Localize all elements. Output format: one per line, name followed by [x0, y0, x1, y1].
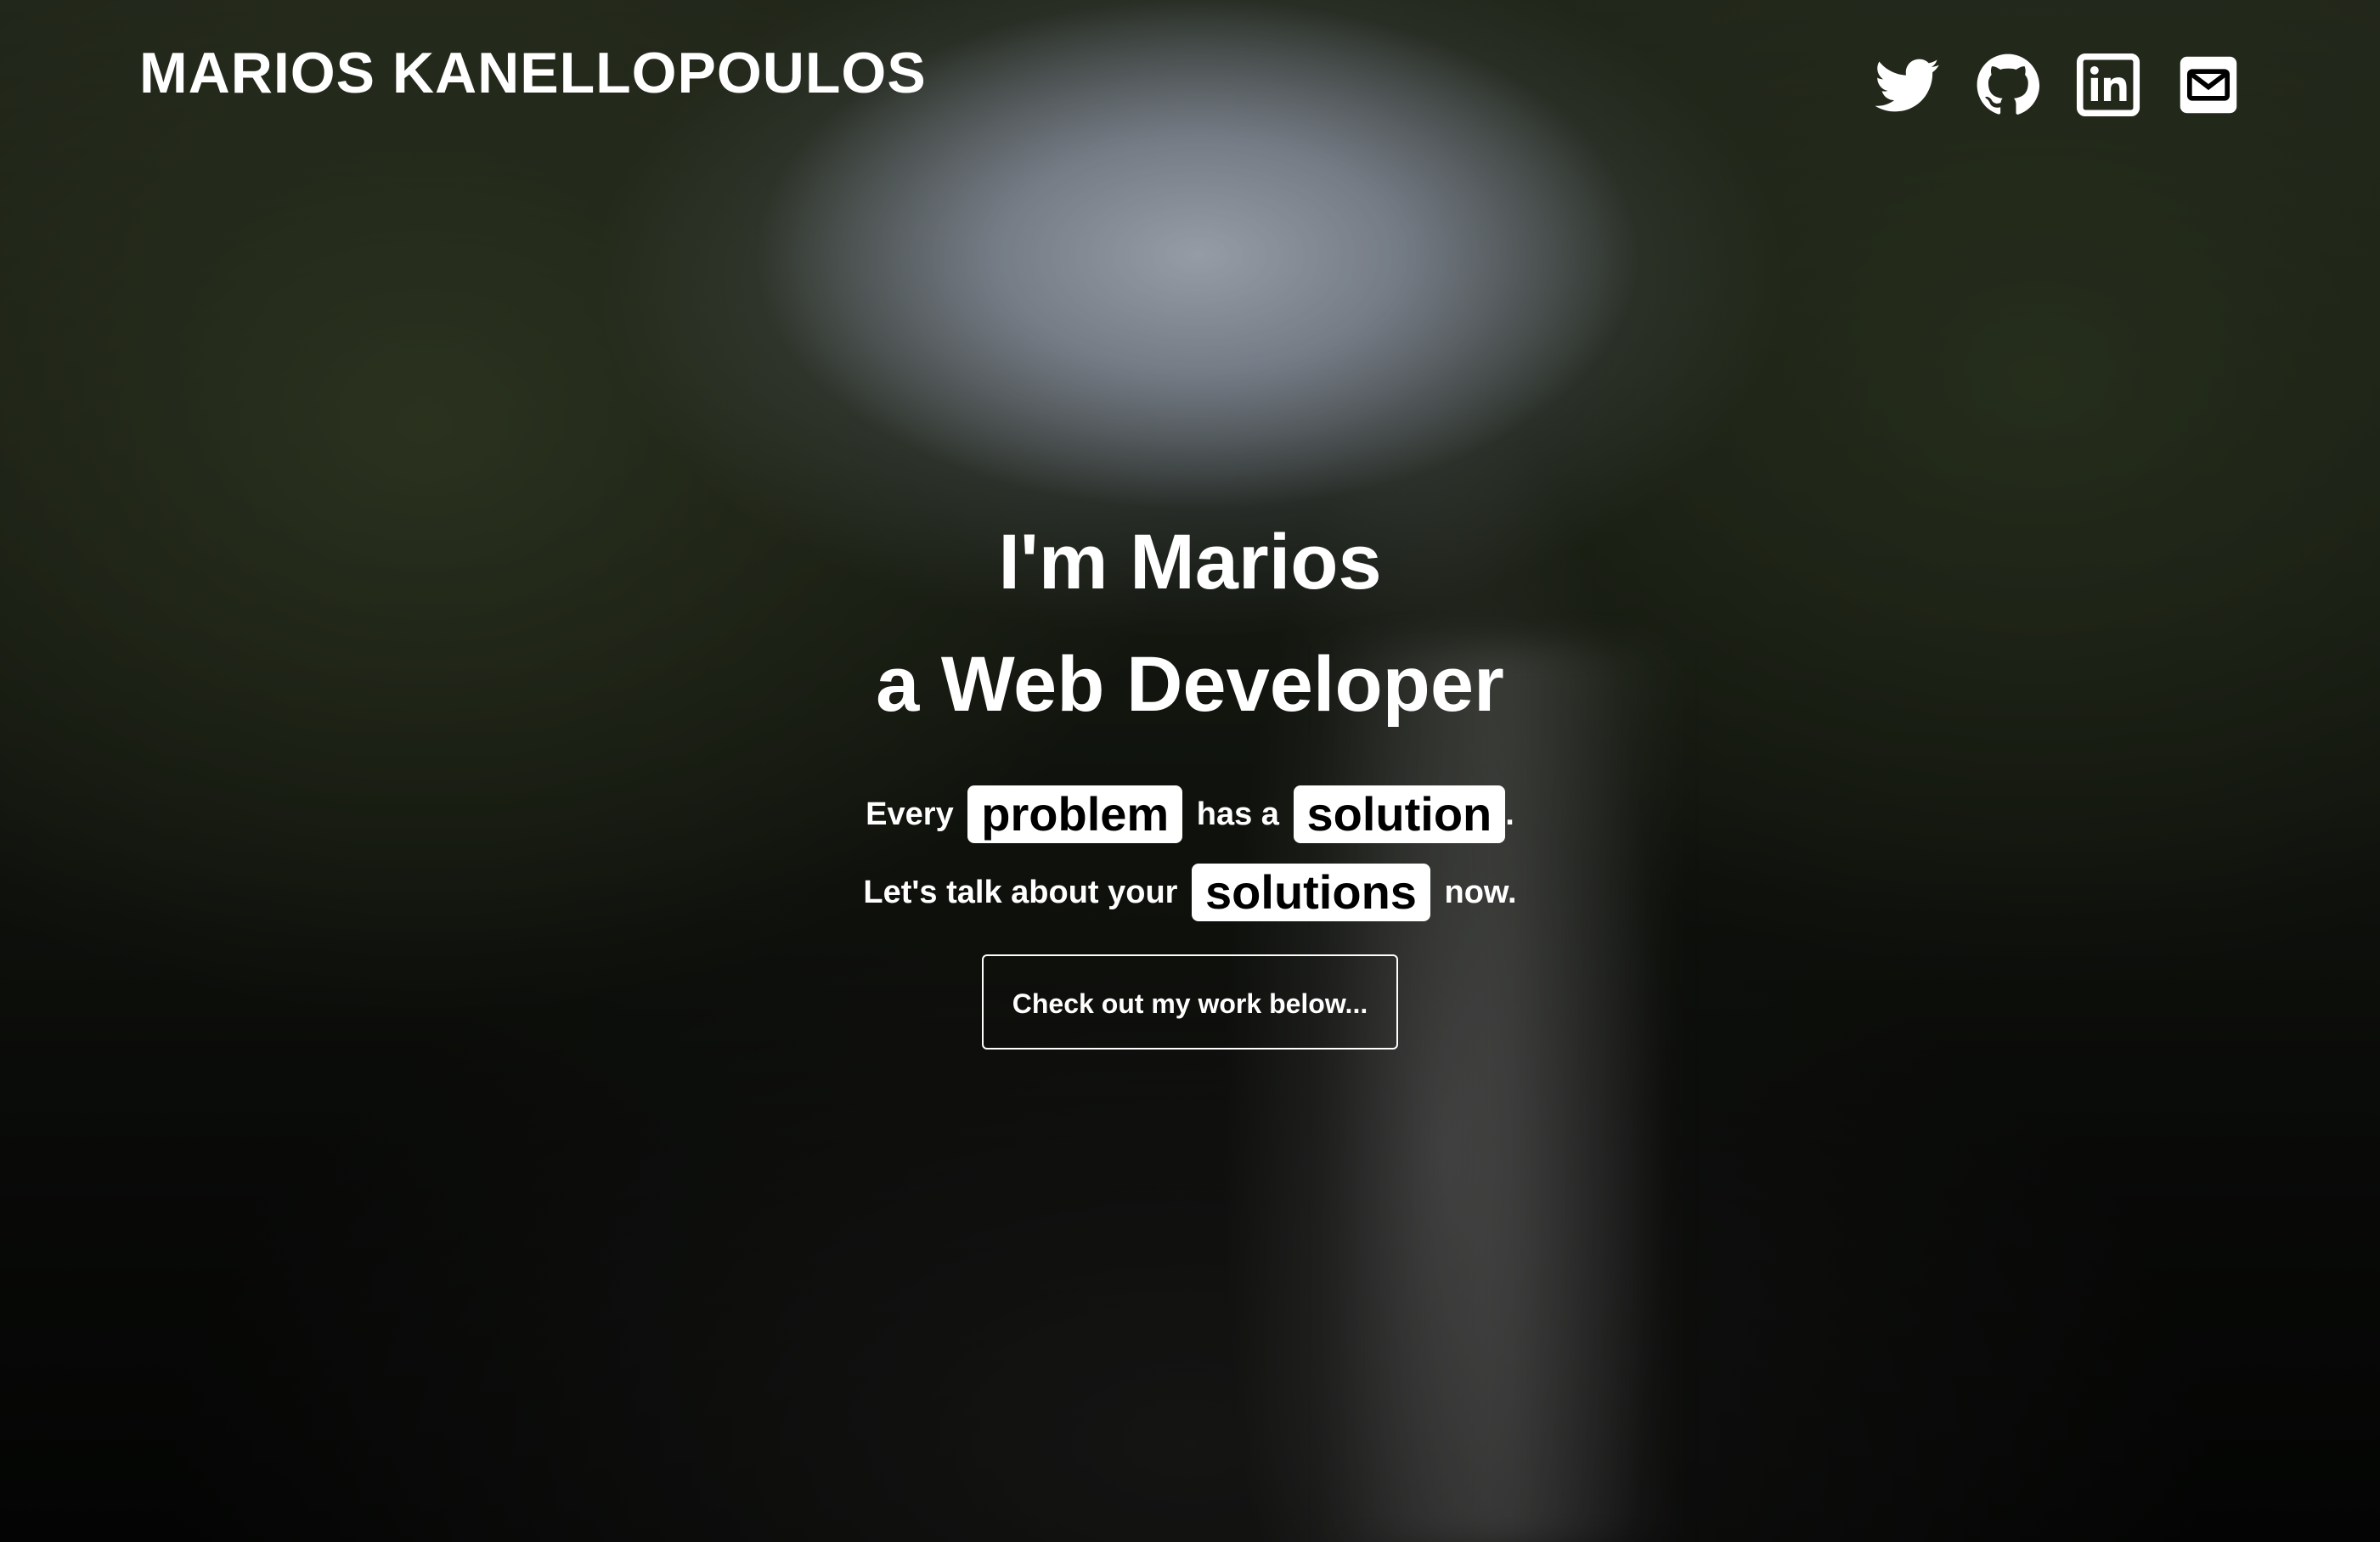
highlight-solution: solution — [1293, 785, 1506, 843]
linkedin-icon — [2076, 53, 2140, 117]
github-link[interactable] — [1976, 53, 2040, 117]
tagline-1-middle: has a — [1196, 796, 1279, 832]
tagline-1: Every problem has a solution. — [0, 774, 2380, 853]
highlight-problem: problem — [967, 785, 1183, 843]
twitter-link[interactable] — [1875, 53, 1940, 117]
tagline-1-after: . — [1505, 796, 1514, 832]
linkedin-link[interactable] — [2076, 53, 2140, 117]
tagline-2-after: now. — [1444, 874, 1517, 910]
top-navigation: MARIOS KANELLOPOULOS — [0, 0, 2380, 170]
github-icon — [1977, 53, 2040, 115]
email-icon — [2180, 56, 2237, 114]
tagline-1-before: Every — [866, 796, 954, 832]
highlight-solutions: solutions — [1192, 863, 1430, 921]
tagline-2-before: Let's talk about your — [863, 874, 1178, 910]
hero-section: MARIOS KANELLOPOULOS I'm Marios a Web De… — [0, 0, 2380, 1542]
tagline-2: Let's talk about your solutions now. — [0, 853, 2380, 931]
site-brand[interactable]: MARIOS KANELLOPOULOS — [139, 39, 927, 107]
headline-line-1: I'm Marios — [998, 519, 1382, 605]
social-links — [1875, 53, 2241, 117]
email-link[interactable] — [2176, 53, 2241, 117]
headline-line-2: a Web Developer — [876, 641, 1504, 728]
twitter-icon — [1875, 59, 1939, 112]
hero-content: I'm Marios a Web Developer Every problem… — [0, 501, 2380, 1050]
check-work-button[interactable]: Check out my work below... — [981, 954, 1399, 1050]
